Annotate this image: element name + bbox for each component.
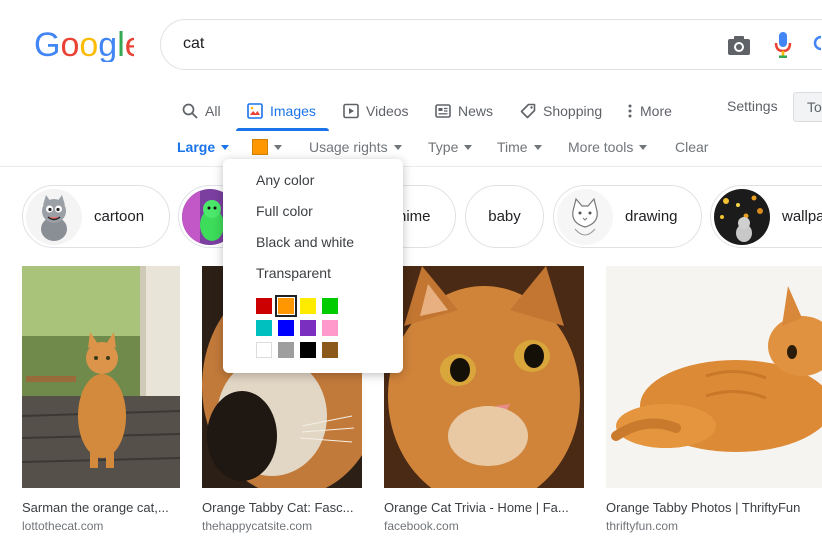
tab-more[interactable]: More: [627, 92, 672, 130]
filter-clear[interactable]: Clear: [675, 139, 708, 155]
tab-shopping[interactable]: Shopping: [520, 92, 602, 130]
chip-label: baby: [488, 208, 521, 225]
settings-link[interactable]: Settings: [727, 98, 778, 114]
search-tabs: All Images Videos News Shopping More Set…: [0, 92, 822, 132]
color-option-transparent[interactable]: Transparent: [256, 265, 331, 281]
logo-letter: l: [117, 26, 125, 62]
filter-size[interactable]: Large: [177, 139, 230, 155]
filter-more-tools-label: More tools: [568, 139, 634, 155]
color-dropdown-menu: Any color Full color Black and white Tra…: [223, 159, 403, 373]
filter-usage-rights[interactable]: Usage rights: [309, 139, 402, 155]
logo-letter: e: [125, 26, 134, 62]
tab-label: News: [458, 103, 494, 119]
image-icon: [247, 103, 263, 119]
tab-all[interactable]: All: [182, 92, 221, 130]
result-title[interactable]: Sarman the orange cat,...: [22, 500, 169, 515]
color-swatch-green[interactable]: [322, 298, 338, 314]
result-title[interactable]: Orange Cat Trivia - Home | Fa...: [384, 500, 569, 515]
chevron-down-icon: [533, 144, 542, 150]
header-divider: [0, 166, 822, 167]
chip-thumbnail: [26, 188, 82, 245]
chip-label: cartoon: [94, 208, 145, 225]
result-site: thriftyfun.com: [606, 519, 679, 533]
color-swatch-pink[interactable]: [322, 320, 338, 336]
filter-clear-label: Clear: [675, 139, 709, 155]
filter-color[interactable]: [252, 139, 282, 155]
news-icon: [435, 104, 451, 118]
filter-type-label: Type: [428, 139, 459, 155]
tab-label: Images: [270, 103, 316, 119]
tab-videos[interactable]: Videos: [343, 92, 409, 130]
svg-text:Google: Google: [34, 26, 134, 62]
result-image[interactable]: [22, 266, 180, 488]
chip-label: drawing: [625, 208, 678, 225]
logo-letter: o: [79, 26, 98, 62]
result-image[interactable]: [384, 266, 584, 488]
chip-baby[interactable]: baby: [465, 185, 544, 248]
tools-button[interactable]: To: [793, 92, 822, 122]
color-swatch-yellow[interactable]: [300, 298, 316, 314]
chevron-down-icon: [274, 144, 282, 150]
color-option-full[interactable]: Full color: [256, 203, 313, 219]
color-swatch-white[interactable]: [256, 342, 272, 358]
camera-icon[interactable]: [727, 34, 751, 56]
chevron-down-icon: [221, 144, 230, 150]
search-input[interactable]: cat: [183, 35, 204, 53]
color-swatch-gray[interactable]: [278, 342, 294, 358]
color-swatch-blue[interactable]: [278, 320, 294, 336]
result-site: thehappycatsite.com: [202, 519, 313, 533]
chip-wallpaper[interactable]: wallpa: [710, 185, 822, 248]
chip-cartoon[interactable]: cartoon: [22, 185, 170, 248]
color-swatch-teal[interactable]: [256, 320, 272, 336]
result-title[interactable]: Orange Tabby Cat: Fasc...: [202, 500, 354, 515]
tab-label: Videos: [366, 103, 409, 119]
chevron-down-icon: [464, 144, 473, 150]
color-swatch-orange[interactable]: [275, 295, 297, 317]
color-swatch-black[interactable]: [300, 342, 316, 358]
google-logo[interactable]: Google: [34, 26, 134, 62]
filter-type[interactable]: Type: [428, 139, 473, 155]
filter-time[interactable]: Time: [497, 139, 542, 155]
color-swatch-brown[interactable]: [322, 342, 338, 358]
filter-time-label: Time: [497, 139, 528, 155]
tab-label: More: [640, 103, 672, 119]
chip-thumbnail: [714, 188, 770, 245]
result-title[interactable]: Orange Tabby Photos | ThriftyFun: [606, 500, 800, 515]
search-lens-icon[interactable]: [813, 34, 821, 56]
tab-news[interactable]: News: [435, 92, 493, 130]
filter-more-tools[interactable]: More tools: [568, 139, 648, 155]
filter-size-label: Large: [177, 139, 216, 155]
more-dots-icon: [628, 104, 632, 118]
selected-color-swatch: [252, 139, 268, 155]
search-icon: [182, 103, 198, 119]
video-icon: [343, 103, 359, 119]
tab-images[interactable]: Images: [247, 92, 316, 130]
result-site: lottothecat.com: [22, 519, 104, 533]
result-site: facebook.com: [384, 519, 459, 533]
chevron-down-icon: [639, 144, 648, 150]
color-option-any[interactable]: Any color: [256, 172, 314, 188]
logo-letter: o: [60, 26, 79, 62]
chip-thumbnail: [557, 188, 613, 245]
color-option-black-white[interactable]: Black and white: [256, 234, 354, 250]
tag-icon: [520, 103, 536, 119]
logo-letter: g: [98, 26, 117, 62]
microphone-icon[interactable]: [773, 31, 793, 59]
active-tab-indicator: [236, 128, 329, 131]
tab-label: Shopping: [543, 103, 603, 119]
result-image[interactable]: [606, 266, 822, 488]
chip-label: wallpa: [782, 208, 822, 225]
tab-label: All: [205, 103, 221, 119]
chevron-down-icon: [393, 144, 402, 150]
logo-letter: G: [34, 26, 60, 62]
filter-usage-label: Usage rights: [309, 139, 388, 155]
search-box[interactable]: cat: [160, 19, 822, 70]
color-swatch-red[interactable]: [256, 298, 272, 314]
color-swatch-purple[interactable]: [300, 320, 316, 336]
chip-drawing[interactable]: drawing: [553, 185, 702, 248]
